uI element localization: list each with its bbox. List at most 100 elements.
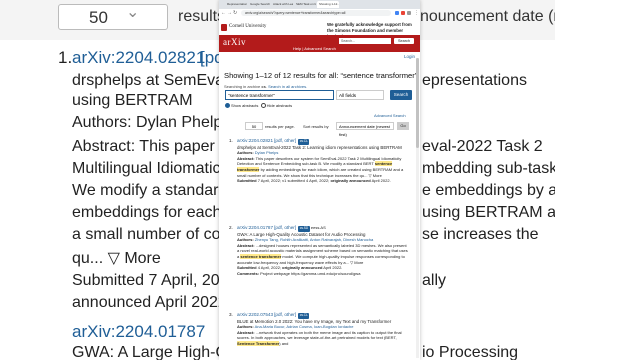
go-button[interactable]: Go [397,122,409,130]
author-link[interactable]: Ana-Maria Bucur, Adrian Cosma, Ioan-Bogd… [255,324,354,329]
advanced-search-link[interactable]: Advanced Search [374,113,406,118]
result-id-link[interactable]: arXiv:2204.01787 [237,225,273,230]
category-badge: cs.SD [298,226,310,232]
url-field[interactable]: arxiv.org/a/search/?query=sentence+trans… [241,10,391,16]
submitted-label: Submitted [237,265,257,271]
result-id-link[interactable]: arXiv:2202.07543 [237,312,273,317]
background-line: using BERTRAM [72,92,193,109]
background-line: announced April 2022 [72,294,227,311]
per-page-select[interactable]: 50 [245,122,263,130]
show-abstracts-radio[interactable] [225,103,230,109]
header-search-input[interactable]: Search... [339,38,391,44]
background-line: mbedding sub-task B. [422,160,577,177]
background-line: io Processing [422,344,519,360]
abstract-text: ) and [279,340,289,346]
search-input[interactable]: "sentence transformer" [225,90,334,100]
header-search-button[interactable]: Search [394,38,414,44]
result-item: 3. arXiv:2202.07543 [pdf, other] cs.CL B… [229,312,409,347]
abstract-label: Abstract: [237,242,255,248]
search-button[interactable]: Search [390,90,412,100]
result-pdf-link[interactable]: [pdf, other] [274,312,296,317]
submitted-date: 7 April, 2022; [257,178,282,184]
forward-icon[interactable]: → [227,10,232,16]
cornell-banner: Cornell University We gratefully acknowl… [219,21,420,39]
reload-icon[interactable]: ↻ [233,10,237,16]
profile-icon[interactable] [407,11,411,15]
arxiv-header: arXiv Search... Search Help | Advanced S… [219,35,420,52]
category-badge: cs.CL [298,139,310,145]
highlighted-term: Sentence Transformer [237,340,280,346]
background-line: se increases the [422,226,539,243]
abstract-text: by adding embeddings for each idiom, whi… [237,166,404,178]
show-abstracts-label: Show abstracts [231,103,259,108]
back-icon[interactable]: ← [221,10,226,16]
background-line: using BERTRAM and [422,204,574,221]
announced-date: April 2022. [323,265,343,271]
menu-icon[interactable]: ⋮ [414,10,419,16]
background-line: Authors: Dylan Phelps [72,114,231,131]
results-heading: Showing 1–12 of 12 results for all: “sen… [224,71,418,80]
announced-date: April 2022. [371,178,391,184]
hide-abstracts-label: Hide abstracts [266,103,293,108]
tab-bar: Representation... Google Search Attack w… [219,0,420,9]
background-line: drsphelps at SemEval [72,72,228,89]
background-margin [555,0,640,360]
background-bullet: 1. [58,48,73,67]
background-line: ally [422,272,447,289]
chevron-down-icon: ⌄ [126,4,140,21]
highlighted-term: sentence transformer [240,253,282,259]
browser-tab[interactable]: SEM Task on Mete... [294,1,316,8]
background-line: Multilingual Idiomatici [72,160,225,177]
background-line: qu... ▽ More [72,250,161,267]
abstract-toggle: Show abstracts Hide abstracts [225,103,293,109]
abstract-label: Abstract: [237,329,255,335]
cornell-seal-icon [221,24,227,31]
searching-in-label: Searching in archive [224,84,261,89]
result-item: 2. arXiv:2204.01787 [pdf, other] cs.SD e… [229,225,409,276]
scrollbar-thumb[interactable] [416,58,419,148]
result-item: 1. arXiv:2204.02821 [pdf, other] cs.CL d… [229,138,409,184]
arxiv-logo[interactable]: arXiv [223,37,246,47]
browser-tab[interactable]: Attack with Learn... [271,1,293,8]
browser-window: Representation... Google Search Attack w… [219,0,420,360]
author-link[interactable]: Zhenyu Tang, Rohith Aralikatti, Anton Ra… [255,237,373,242]
announced-label: originally announced [282,265,323,271]
sort-label: Sort results by [303,124,329,129]
archive-name: cs [261,84,266,89]
result-pdf-link[interactable]: [pdf, other] [274,225,296,230]
background-per-page-select: 50 [58,4,168,30]
browser-tab[interactable]: Representation... [225,1,247,8]
per-page-label: results per page. [265,124,295,129]
scrollbar[interactable] [416,58,419,358]
result-number: 1. [229,138,233,143]
submitted-label: Submitted [237,178,257,184]
announced-label: originally announced [330,178,371,184]
background-line: Submitted 7 April, 2022 [72,272,238,289]
cross-list-category: eess.AS [310,225,326,230]
result-pdf-link[interactable]: [pdf, other] [274,138,296,143]
cornell-university-link[interactable]: Cornell University [229,24,266,29]
comments-label: Comments: [237,270,260,276]
authors-label: Authors: [237,150,254,156]
extension-icon[interactable] [401,11,405,15]
background-line: epresentations [422,72,527,89]
browser-tab-active[interactable]: Showing 1-12... [317,1,339,8]
header-links[interactable]: Help | Advanced Search [293,46,336,51]
authors-label: Authors: [237,237,254,243]
background-line: GWA: A Large High-Qu [72,344,237,360]
background-result-id: arXiv:2204.02821 [72,48,206,67]
hide-abstracts-radio[interactable] [260,103,266,109]
background-line: eval-2022 Task 2 [422,138,543,155]
background-line: a small number of conte [72,226,243,243]
v1-date: v1 submitted 4 April, 2022; [282,178,330,184]
extension-icon[interactable] [395,11,399,15]
searching-in: Searching in archive cs. Search in all a… [224,84,308,89]
login-link[interactable]: Login [404,54,415,59]
search-field-select[interactable]: All fields [336,90,384,100]
search-all-archives-link[interactable]: Search in all archives. [268,84,307,89]
result-id-link[interactable]: arXiv:2204.02821 [237,138,273,143]
browser-tab[interactable]: Google Search [248,1,270,8]
author-link[interactable]: Dylan Phelps [255,150,279,155]
sort-select[interactable]: Announcement date (newest first) [336,122,394,137]
comments-text: Project webpage https://gamma.umd.edu/pr… [260,270,361,276]
